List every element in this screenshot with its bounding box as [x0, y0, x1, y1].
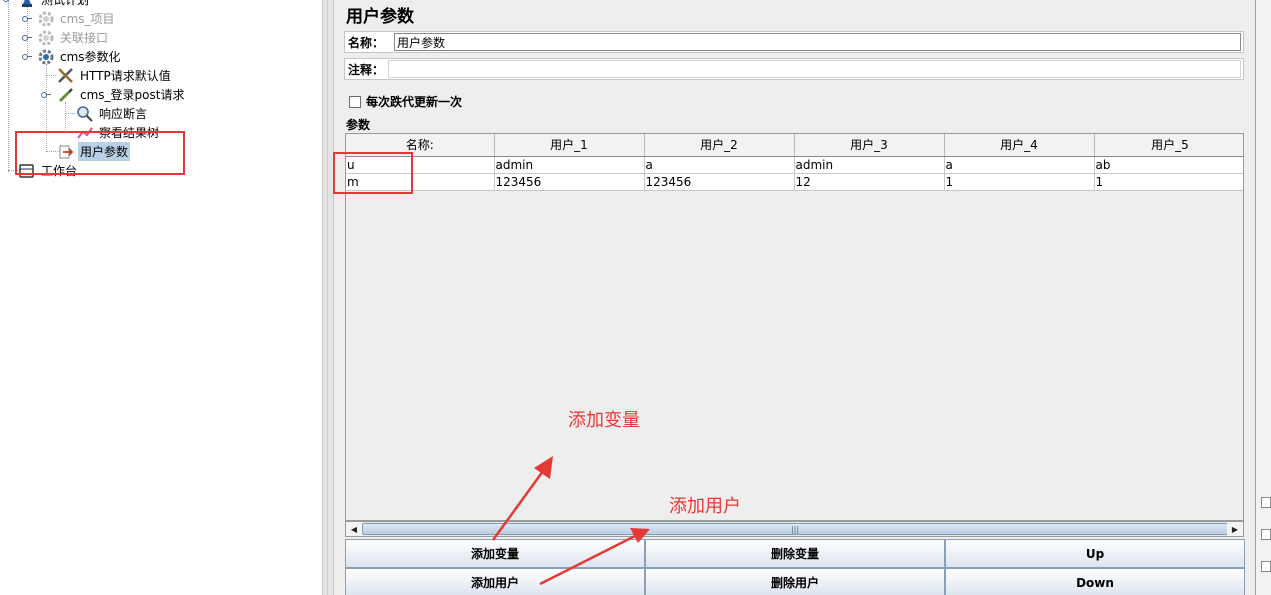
annotation-arrows — [491, 456, 650, 586]
arrow-icon-add-variable — [491, 456, 553, 541]
arrow-icon-add-user — [539, 528, 650, 586]
